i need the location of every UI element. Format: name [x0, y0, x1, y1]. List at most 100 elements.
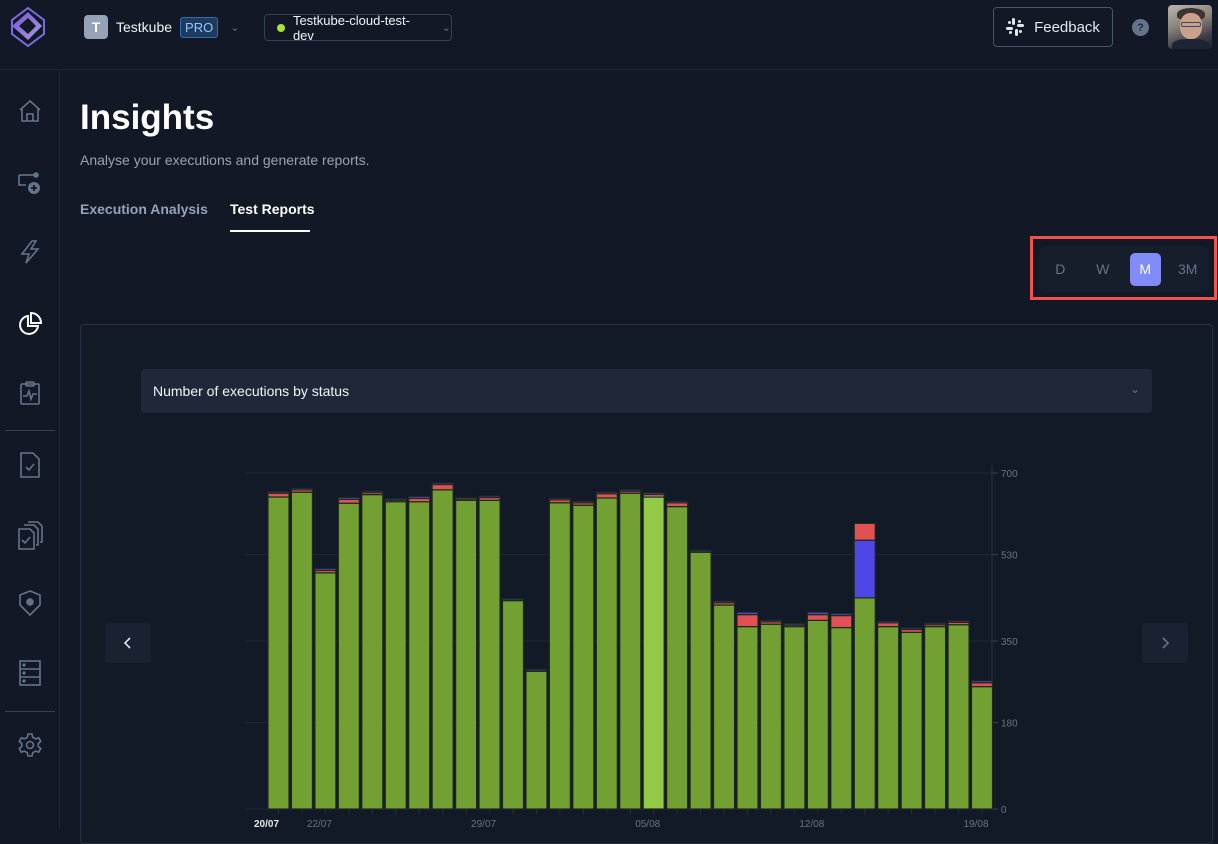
sidebar-item-triggers[interactable]	[16, 238, 44, 266]
bar-aborted[interactable]	[361, 490, 384, 494]
bar-passed[interactable]	[314, 572, 337, 810]
bar-aborted[interactable]	[595, 491, 618, 495]
bar-passed[interactable]	[806, 619, 829, 810]
bar-passed[interactable]	[572, 504, 595, 810]
bar-passed[interactable]	[947, 624, 970, 810]
bar-aborted[interactable]	[830, 613, 853, 617]
bar-passed[interactable]	[478, 499, 501, 810]
bar-passed[interactable]	[642, 496, 665, 810]
bar-passed[interactable]	[361, 494, 384, 810]
bar-passed[interactable]	[783, 625, 806, 810]
bar-passed[interactable]	[408, 501, 431, 810]
home-icon	[19, 99, 41, 122]
pie-chart-icon	[19, 311, 43, 335]
bar-aborted[interactable]	[736, 611, 759, 616]
bar-passed[interactable]	[337, 502, 360, 810]
page-subtitle: Analyse your executions and generate rep…	[80, 152, 370, 168]
bar-passed[interactable]	[384, 501, 407, 810]
bar-passed[interactable]	[736, 625, 759, 810]
bar-passed[interactable]	[455, 499, 478, 810]
organization-switcher[interactable]: T Testkube PRO ⌄	[84, 15, 239, 39]
gear-icon	[18, 733, 42, 757]
bar-failed[interactable]	[806, 613, 829, 621]
bar-aborted[interactable]	[853, 539, 876, 599]
chevron-left-icon	[123, 637, 131, 649]
bar-passed[interactable]	[595, 497, 618, 810]
bar-aborted[interactable]	[431, 482, 454, 486]
bar-aborted[interactable]	[525, 668, 548, 672]
bar-aborted[interactable]	[783, 623, 806, 626]
bar-passed[interactable]	[619, 492, 642, 810]
bar-aborted[interactable]	[548, 497, 572, 501]
bar-passed[interactable]	[290, 491, 314, 810]
bar-aborted[interactable]	[947, 620, 970, 623]
bar-passed[interactable]	[877, 625, 900, 810]
sidebar-item-test-workflows[interactable]	[16, 169, 44, 197]
bar-passed[interactable]	[900, 631, 923, 810]
bar-aborted[interactable]	[759, 619, 783, 623]
range-day-button[interactable]: D	[1045, 253, 1076, 286]
bar-failed-top[interactable]	[853, 522, 876, 541]
bar-passed[interactable]	[970, 685, 994, 810]
sidebar-item-security[interactable]	[16, 589, 44, 617]
range-month-button[interactable]: M	[1129, 252, 1161, 286]
bar-aborted[interactable]	[970, 680, 994, 684]
previous-period-button[interactable]	[105, 623, 151, 663]
sidebar-item-home[interactable]	[16, 97, 44, 125]
tab-test-reports[interactable]: Test Reports	[230, 201, 315, 217]
range-week-button[interactable]: W	[1087, 253, 1118, 286]
sidebar-item-sources[interactable]	[16, 659, 44, 687]
chevron-down-icon: ⌄	[1129, 382, 1140, 396]
sidebar-item-insights[interactable]	[16, 310, 44, 338]
bar-aborted[interactable]	[408, 495, 431, 500]
next-period-button[interactable]	[1142, 623, 1188, 663]
report-type-select[interactable]: Number of executions by status ⌄	[141, 369, 1152, 413]
bar-passed[interactable]	[689, 551, 712, 810]
shield-gear-icon	[19, 590, 41, 617]
bar-passed[interactable]	[759, 623, 783, 810]
bar-aborted[interactable]	[642, 492, 665, 496]
environment-switcher[interactable]: Testkube-cloud-test-dev ⌄	[264, 13, 452, 43]
testkube-logo[interactable]	[8, 6, 48, 48]
bar-passed[interactable]	[501, 599, 525, 810]
bar-aborted[interactable]	[923, 622, 947, 626]
help-icon[interactable]: ?	[1132, 19, 1149, 36]
bar-aborted[interactable]	[501, 598, 525, 601]
bar-aborted[interactable]	[290, 487, 314, 491]
bar-passed[interactable]	[431, 489, 454, 810]
bar-aborted[interactable]	[712, 600, 736, 604]
bar-passed[interactable]	[666, 506, 689, 810]
bar-passed[interactable]	[830, 626, 853, 810]
bar-aborted[interactable]	[900, 627, 923, 631]
sidebar-item-settings[interactable]	[16, 731, 44, 759]
bar-failed[interactable]	[736, 613, 759, 628]
bar-passed[interactable]	[923, 625, 947, 810]
feedback-button[interactable]: Feedback	[993, 7, 1113, 47]
sidebar-item-test-reports[interactable]	[16, 379, 44, 407]
bar-aborted[interactable]	[689, 549, 712, 553]
range-3-months-button[interactable]: 3M	[1172, 253, 1203, 286]
bar-failed[interactable]	[830, 614, 853, 629]
bar-aborted[interactable]	[337, 496, 360, 501]
bar-passed[interactable]	[267, 496, 290, 810]
bar-aborted[interactable]	[572, 500, 595, 504]
bar-aborted[interactable]	[877, 620, 900, 624]
bar-aborted[interactable]	[806, 611, 829, 616]
bar-passed[interactable]	[548, 502, 572, 810]
bar-aborted[interactable]	[455, 496, 478, 500]
bar-passed[interactable]	[853, 597, 876, 810]
bar-aborted[interactable]	[384, 498, 407, 502]
bar-aborted[interactable]	[666, 500, 689, 504]
sidebar-item-test-suites[interactable]	[16, 521, 44, 550]
sidebar-divider	[5, 711, 55, 712]
bar-passed[interactable]	[712, 604, 736, 810]
bar-aborted[interactable]	[267, 491, 290, 494]
bar-aborted[interactable]	[478, 495, 501, 499]
bar-aborted[interactable]	[619, 489, 642, 492]
top-bar: T Testkube PRO ⌄ Testkube-cloud-test-dev…	[0, 0, 1218, 70]
tab-execution-analysis[interactable]: Execution Analysis	[80, 201, 208, 217]
bar-aborted[interactable]	[314, 567, 337, 572]
sidebar-item-tests[interactable]	[16, 451, 44, 479]
bar-passed[interactable]	[525, 670, 548, 810]
user-avatar[interactable]	[1168, 5, 1212, 49]
